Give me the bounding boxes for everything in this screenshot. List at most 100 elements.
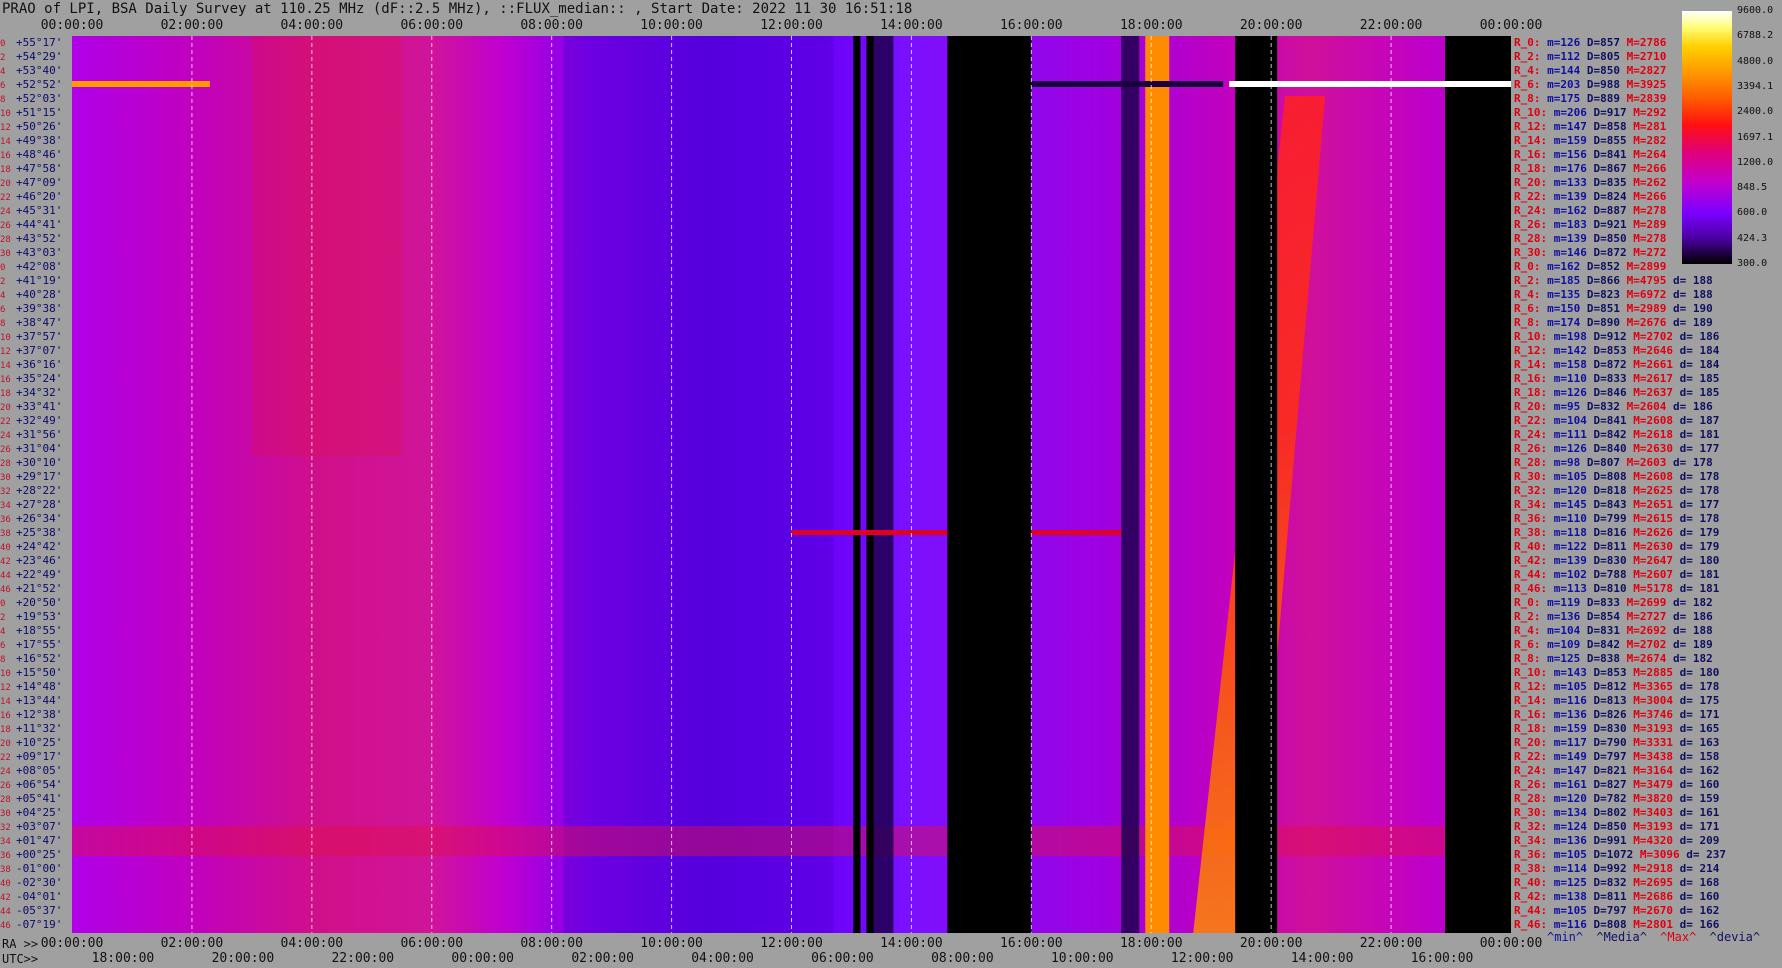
declination-label: 24 +31°56' bbox=[0, 428, 72, 442]
stats-value: D=810 bbox=[1593, 582, 1634, 595]
stats-value: m=158 bbox=[1553, 358, 1594, 371]
stats-value: M=3164 bbox=[1633, 764, 1680, 777]
stats-value: d= 175 bbox=[1679, 694, 1720, 707]
declination-value: +37°07' bbox=[16, 344, 63, 357]
stats-value: d= 179 bbox=[1679, 540, 1720, 553]
stats-value: D=872 bbox=[1593, 246, 1634, 259]
stats-value: R_14: bbox=[1514, 134, 1554, 147]
declination-value: +49°38' bbox=[16, 134, 63, 147]
declination-index: 16 bbox=[0, 375, 11, 385]
stats-value: D=832 bbox=[1586, 400, 1627, 413]
declination-index: 18 bbox=[0, 389, 11, 399]
stats-value: D=831 bbox=[1586, 624, 1627, 637]
stats-row: R_38: m=114 D=992 M=2918 d= 214 bbox=[1514, 862, 1719, 876]
stats-value: R_22: bbox=[1514, 750, 1554, 763]
stats-value: M=2899 bbox=[1626, 260, 1667, 273]
stats-row: R_20: m=95 D=832 M=2604 d= 186 bbox=[1514, 400, 1713, 414]
stats-value: m=145 bbox=[1553, 498, 1594, 511]
declination-index: 4 bbox=[0, 627, 6, 637]
declination-index: 44 bbox=[0, 571, 11, 581]
stats-value: m=98 bbox=[1553, 456, 1587, 469]
stats-value: D=917 bbox=[1593, 106, 1634, 119]
stats-value: R_18: bbox=[1514, 386, 1554, 399]
stats-value: R_16: bbox=[1514, 708, 1554, 721]
stats-value: M=2661 bbox=[1633, 358, 1680, 371]
declination-label: 8 +16°52' bbox=[0, 652, 72, 666]
declination-value: +35°24' bbox=[16, 372, 63, 385]
stats-value: D=830 bbox=[1593, 554, 1634, 567]
stats-value: D=988 bbox=[1586, 78, 1627, 91]
stats-value: m=109 bbox=[1547, 638, 1587, 651]
declination-label: 2 +54°29' bbox=[0, 50, 72, 64]
declination-index: 46 bbox=[0, 921, 11, 931]
stats-value: M=3820 bbox=[1633, 792, 1680, 805]
stats-row: R_26: m=183 D=921 M=289 bbox=[1514, 218, 1666, 232]
stats-value: m=122 bbox=[1553, 540, 1594, 553]
stats-value: m=142 bbox=[1553, 344, 1594, 357]
stats-value: m=116 bbox=[1553, 694, 1594, 707]
declination-index: 22 bbox=[0, 753, 11, 763]
declination-label: 20 +10°25' bbox=[0, 736, 72, 750]
bottom-ra-tick-label: 18:00:00 bbox=[1119, 936, 1183, 951]
stats-value: R_28: bbox=[1514, 792, 1554, 805]
bottom-utc-tick-label: 06:00:00 bbox=[811, 951, 874, 966]
declination-value: +53°40' bbox=[16, 64, 63, 77]
legend-max: ^Max^ bbox=[1660, 930, 1697, 944]
stats-value: D=812 bbox=[1593, 680, 1634, 693]
declination-value: +43°03' bbox=[16, 246, 63, 259]
declination-label: 18 +34°32' bbox=[0, 386, 72, 400]
declination-label: 30 +04°25' bbox=[0, 806, 72, 820]
stats-value: M=2617 bbox=[1633, 372, 1680, 385]
declination-label: 46 +21°52' bbox=[0, 582, 72, 596]
stats-row: R_8: m=175 D=889 M=2839 bbox=[1514, 92, 1666, 106]
declination-value: +31°04' bbox=[16, 442, 63, 455]
stats-value: R_4: bbox=[1514, 64, 1548, 77]
stats-value: M=2702 bbox=[1626, 638, 1673, 651]
stats-value: D=846 bbox=[1593, 386, 1634, 399]
stats-row: R_24: m=111 D=842 M=2618 d= 181 bbox=[1514, 428, 1719, 442]
declination-index: 38 bbox=[0, 529, 11, 539]
bottom-ra-tick-label: 00:00:00 bbox=[1479, 936, 1543, 951]
declination-index: 26 bbox=[0, 445, 11, 455]
declination-value: +20°50' bbox=[16, 596, 63, 609]
stats-value: m=174 bbox=[1547, 316, 1587, 329]
declination-value: -05°37' bbox=[16, 904, 63, 917]
stats-value: m=136 bbox=[1547, 610, 1587, 623]
stats-value: D=852 bbox=[1586, 260, 1627, 273]
declination-index: 8 bbox=[0, 95, 6, 105]
stats-row: R_4: m=135 D=823 M=6972 d= 188 bbox=[1514, 288, 1713, 302]
declination-label: 4 +53°40' bbox=[0, 64, 72, 78]
stats-row: R_42: m=139 D=830 M=2647 d= 180 bbox=[1514, 554, 1719, 568]
stats-value: m=138 bbox=[1553, 890, 1594, 903]
stats-value: D=797 bbox=[1593, 904, 1634, 917]
stats-value: R_28: bbox=[1514, 232, 1554, 245]
stats-value: M=266 bbox=[1633, 162, 1667, 175]
bottom-utc-tick-label: 00:00:00 bbox=[451, 951, 515, 966]
declination-index: 2 bbox=[0, 613, 6, 623]
declination-index: 0 bbox=[0, 599, 6, 609]
declination-index: 30 bbox=[0, 249, 11, 259]
stats-value: M=2674 bbox=[1626, 652, 1673, 665]
stats-row: R_18: m=159 D=830 M=3193 d= 165 bbox=[1514, 722, 1719, 736]
stats-row: R_34: m=145 D=843 M=2651 d= 177 bbox=[1514, 498, 1719, 512]
stats-value: M=2692 bbox=[1626, 624, 1673, 637]
stats-row: R_36: m=110 D=799 M=2615 d= 178 bbox=[1514, 512, 1719, 526]
stats-value: m=112 bbox=[1547, 50, 1587, 63]
stats-row: R_14: m=159 D=855 M=282 bbox=[1514, 134, 1666, 148]
stats-value: D=782 bbox=[1593, 792, 1634, 805]
declination-label: 12 +50°26' bbox=[0, 120, 72, 134]
stats-value: D=802 bbox=[1593, 806, 1634, 819]
stats-value: D=1072 bbox=[1593, 848, 1640, 861]
declination-label: 18 +11°32' bbox=[0, 722, 72, 736]
bright-row-line bbox=[791, 530, 948, 535]
bright-band bbox=[1145, 36, 1170, 933]
stats-row: R_6: m=203 D=988 M=3925 bbox=[1514, 78, 1666, 92]
bottom-utc-tick-label: 04:00:00 bbox=[691, 951, 754, 966]
stats-value: D=841 bbox=[1593, 148, 1634, 161]
declination-label: 24 +45°31' bbox=[0, 204, 72, 218]
stats-row: R_38: m=118 D=816 M=2626 d= 179 bbox=[1514, 526, 1719, 540]
stats-row: R_32: m=124 D=850 M=3193 d= 171 bbox=[1514, 820, 1719, 834]
declination-label: 26 +31°04' bbox=[0, 442, 72, 456]
utc-axis-label: UTC>> bbox=[2, 952, 39, 966]
colorbar-tick-label: 300.0 bbox=[1737, 258, 1768, 269]
